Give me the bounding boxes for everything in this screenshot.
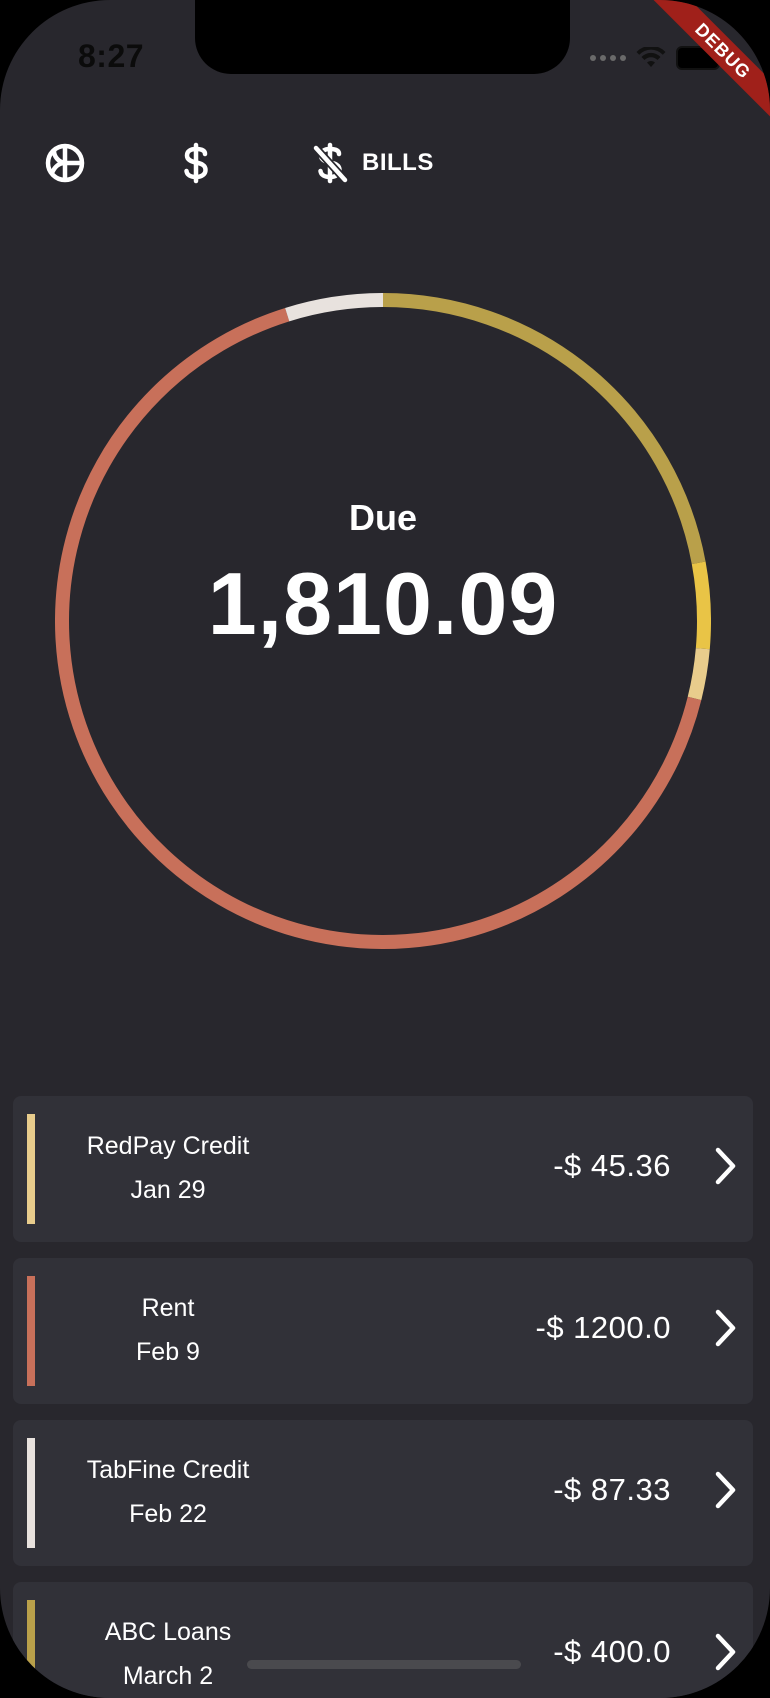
device-notch bbox=[195, 0, 570, 74]
bill-card[interactable]: TabFine Credit Feb 22 -$ 87.33 bbox=[13, 1420, 753, 1566]
bill-amount: -$ 1200.0 bbox=[535, 1310, 671, 1345]
bill-color-bar bbox=[27, 1276, 35, 1386]
status-icons bbox=[590, 46, 720, 70]
home-indicator[interactable] bbox=[247, 1660, 521, 1669]
pie-chart-icon bbox=[45, 143, 85, 183]
nav-tab-overview[interactable] bbox=[44, 138, 86, 188]
bill-name: ABC Loans bbox=[104, 1618, 232, 1646]
device-frame: 8:27 DEBUG BILLS Due 1,810.09 RedPay Cre… bbox=[0, 0, 770, 1698]
nav-tab-bills[interactable]: BILLS bbox=[312, 138, 434, 188]
bill-card[interactable]: ABC Loans March 2 -$ 400.0 bbox=[13, 1582, 753, 1698]
dollar-icon bbox=[184, 142, 208, 184]
top-navigation: BILLS bbox=[0, 138, 770, 188]
bill-color-bar bbox=[27, 1438, 35, 1548]
bill-date: Jan 29 bbox=[130, 1176, 206, 1204]
bill-color-bar bbox=[27, 1600, 35, 1698]
due-label: Due bbox=[348, 497, 417, 538]
status-time: 8:27 bbox=[78, 38, 145, 74]
due-amount: 1,810.09 bbox=[207, 554, 559, 653]
bill-card[interactable]: Rent Feb 9 -$ 1200.0 bbox=[13, 1258, 753, 1404]
chevron-right-icon[interactable] bbox=[711, 1630, 741, 1674]
bill-amount: -$ 400.0 bbox=[553, 1634, 671, 1669]
bill-card[interactable]: RedPay Credit Jan 29 -$ 45.36 bbox=[13, 1096, 753, 1242]
chevron-right-icon[interactable] bbox=[711, 1468, 741, 1512]
chevron-right-icon[interactable] bbox=[711, 1306, 741, 1350]
bill-date: Feb 22 bbox=[129, 1500, 207, 1528]
bill-date: March 2 bbox=[122, 1662, 214, 1690]
bill-amount: -$ 45.36 bbox=[553, 1148, 671, 1183]
bill-name: TabFine Credit bbox=[86, 1456, 250, 1484]
bill-date: Feb 9 bbox=[136, 1338, 200, 1366]
due-summary: Due 1,810.09 bbox=[55, 293, 711, 949]
chevron-right-icon[interactable] bbox=[711, 1144, 741, 1188]
app-screen: 8:27 DEBUG BILLS Due 1,810.09 RedPay Cre… bbox=[0, 0, 770, 1698]
wifi-icon bbox=[636, 47, 666, 67]
bill-amount: -$ 87.33 bbox=[553, 1472, 671, 1507]
nav-tab-bills-label: BILLS bbox=[362, 149, 434, 176]
bill-color-bar bbox=[27, 1114, 35, 1224]
cellular-signal-icon bbox=[590, 55, 626, 61]
bill-name: Rent bbox=[141, 1294, 195, 1322]
dollar-off-icon bbox=[313, 142, 348, 184]
bill-list: RedPay Credit Jan 29 -$ 45.36 Rent Feb 9… bbox=[13, 1096, 753, 1698]
nav-tab-income[interactable] bbox=[182, 138, 210, 188]
bill-name: RedPay Credit bbox=[86, 1132, 250, 1160]
